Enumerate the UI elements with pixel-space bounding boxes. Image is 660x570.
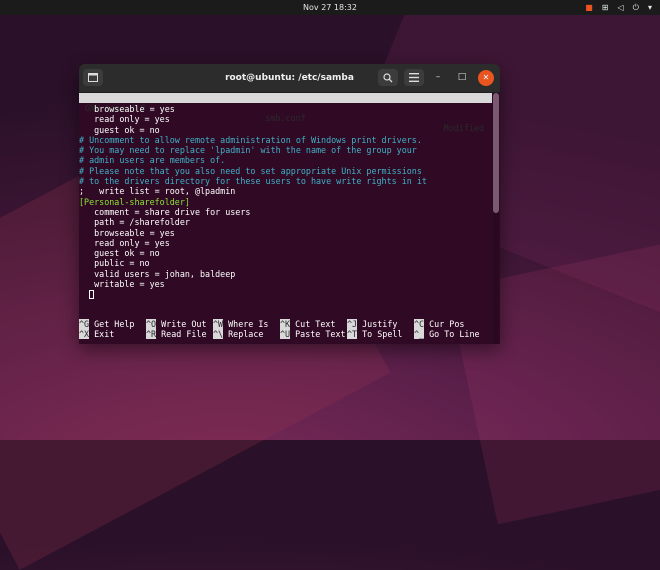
editor-line[interactable]: # Uncomment to allow remote administrati…	[79, 135, 492, 145]
minimize-button[interactable]: –	[430, 69, 446, 86]
shortcut-key: ^W	[213, 319, 224, 329]
shortcut-item[interactable]: ^_ Go To Line	[414, 329, 480, 340]
editor-line[interactable]: path = /sharefolder	[79, 217, 492, 227]
editor-line[interactable]: browseable = yes	[79, 104, 492, 114]
shortcut-key: ^T	[347, 329, 358, 340]
nano-header: GNU nano 4.8 smb.conf Modified	[79, 93, 492, 133]
shortcut-label: Justify	[357, 319, 398, 329]
cursor-line[interactable]	[79, 289, 492, 300]
editor-line[interactable]: read only = yes	[79, 238, 492, 248]
maximize-icon: □	[457, 72, 467, 82]
close-icon: ✕	[482, 73, 490, 82]
editor-line[interactable]: comment = share drive for users	[79, 207, 492, 217]
minimize-icon: –	[435, 72, 441, 82]
shortcut-label: Write Out	[156, 319, 207, 329]
shortcut-item[interactable]: ^W Where Is	[213, 319, 268, 329]
shortcut-item[interactable]: ^K Cut Text	[280, 319, 335, 329]
shortcut-item[interactable]: ^O Write Out	[146, 319, 207, 329]
editor-line[interactable]: read only = yes	[79, 114, 492, 124]
editor-line[interactable]: browseable = yes	[79, 228, 492, 238]
shortcut-item[interactable]: ^C Cur Pos	[414, 319, 464, 329]
editor-line[interactable]: # Please note that you also need to set …	[79, 166, 492, 176]
shortcut-label: Paste Text	[290, 329, 346, 340]
hamburger-icon	[409, 73, 419, 82]
maximize-button[interactable]: □	[454, 69, 470, 86]
editor-line[interactable]: ; write list = root, @lpadmin	[79, 186, 492, 196]
shortcut-key: ^\	[213, 329, 224, 340]
shortcut-item[interactable]: ^J Justify	[347, 319, 397, 329]
editor-line[interactable]: [Personal-sharefolder]	[79, 197, 492, 207]
shortcut-key: ^K	[280, 319, 291, 329]
chevron-down-icon[interactable]: ▾	[648, 0, 652, 15]
search-button[interactable]	[378, 69, 398, 86]
shortcut-key: ^G	[79, 319, 90, 329]
system-tray[interactable]: ■ ⊞ ◁ ⏻ ▾	[585, 0, 652, 15]
editor-line[interactable]: guest ok = no	[79, 125, 492, 135]
shortcut-item[interactable]: ^R Read File	[146, 329, 207, 340]
shortcut-label: Cur Pos	[424, 319, 465, 329]
power-icon[interactable]: ⏻	[633, 0, 639, 15]
editor-line[interactable]: valid users = johan, baldeep	[79, 269, 492, 279]
shortcut-key: ^_	[414, 329, 425, 340]
video-icon[interactable]: ■	[585, 0, 593, 15]
shortcut-key: ^C	[414, 319, 425, 329]
volume-icon[interactable]: ◁	[618, 0, 624, 15]
clock[interactable]: Nov 27 18:32	[0, 0, 660, 15]
shortcut-item[interactable]: ^G Get Help	[79, 319, 134, 329]
shortcut-key: ^J	[347, 319, 358, 329]
terminal-content[interactable]: GNU nano 4.8 smb.conf Modified browseabl…	[79, 93, 500, 344]
shortcut-item[interactable]: ^\ Replace	[213, 329, 264, 340]
editor-line[interactable]: writable = yes	[79, 279, 492, 289]
shortcut-key: ^X	[79, 329, 90, 340]
shortcut-item[interactable]: ^X Exit	[79, 329, 115, 340]
shortcut-row: ^G Get Help ^O Write Out ^W Where Is ^K Cut…	[79, 319, 492, 329]
text-cursor	[89, 290, 94, 300]
editor-line[interactable]: # admin users are members of.	[79, 155, 492, 165]
shortcut-item[interactable]: ^U Paste Text	[280, 329, 346, 340]
shortcut-label: Where Is	[223, 319, 269, 329]
shortcut-key: ^R	[146, 329, 157, 340]
editor-line[interactable]: public = no	[79, 258, 492, 268]
editor-line[interactable]: # to the drivers directory for these use…	[79, 176, 492, 186]
scrollbar-thumb[interactable]	[493, 93, 499, 213]
shortcut-key: ^O	[146, 319, 157, 329]
shortcut-label: Replace	[223, 329, 264, 340]
shortcut-label: To Spell	[357, 329, 403, 340]
close-button[interactable]: ✕	[478, 70, 494, 86]
editor-line[interactable]: guest ok = no	[79, 248, 492, 258]
shortcut-row: ^X Exit ^R Read File ^\ Replace ^U Paste Te…	[79, 329, 492, 340]
menu-button[interactable]	[404, 69, 424, 86]
editor-line[interactable]: # You may need to replace 'lpadmin' with…	[79, 145, 492, 155]
title-bar[interactable]: root@ubuntu: /etc/samba – □ ✕	[79, 64, 500, 93]
top-bar: Nov 27 18:32 ■ ⊞ ◁ ⏻ ▾	[0, 0, 660, 15]
shortcut-label: Go To Line	[424, 329, 480, 340]
shortcut-label: Get Help	[89, 319, 135, 329]
shortcut-item[interactable]: ^T To Spell	[347, 329, 403, 340]
shortcut-label: Exit	[89, 329, 115, 340]
terminal-window: root@ubuntu: /etc/samba – □ ✕ GNU nano 4…	[79, 64, 500, 344]
scrollbar[interactable]	[493, 93, 499, 344]
search-icon	[383, 73, 393, 83]
shortcut-label: Read File	[156, 329, 207, 340]
editor-buffer[interactable]: browseable = yes read only = yes guest o…	[79, 104, 492, 300]
shortcut-label: Cut Text	[290, 319, 336, 329]
shortcut-bar: ^G Get Help ^O Write Out ^W Where Is ^K Cut…	[79, 319, 492, 340]
network-icon[interactable]: ⊞	[602, 0, 609, 15]
shortcut-key: ^U	[280, 329, 291, 340]
